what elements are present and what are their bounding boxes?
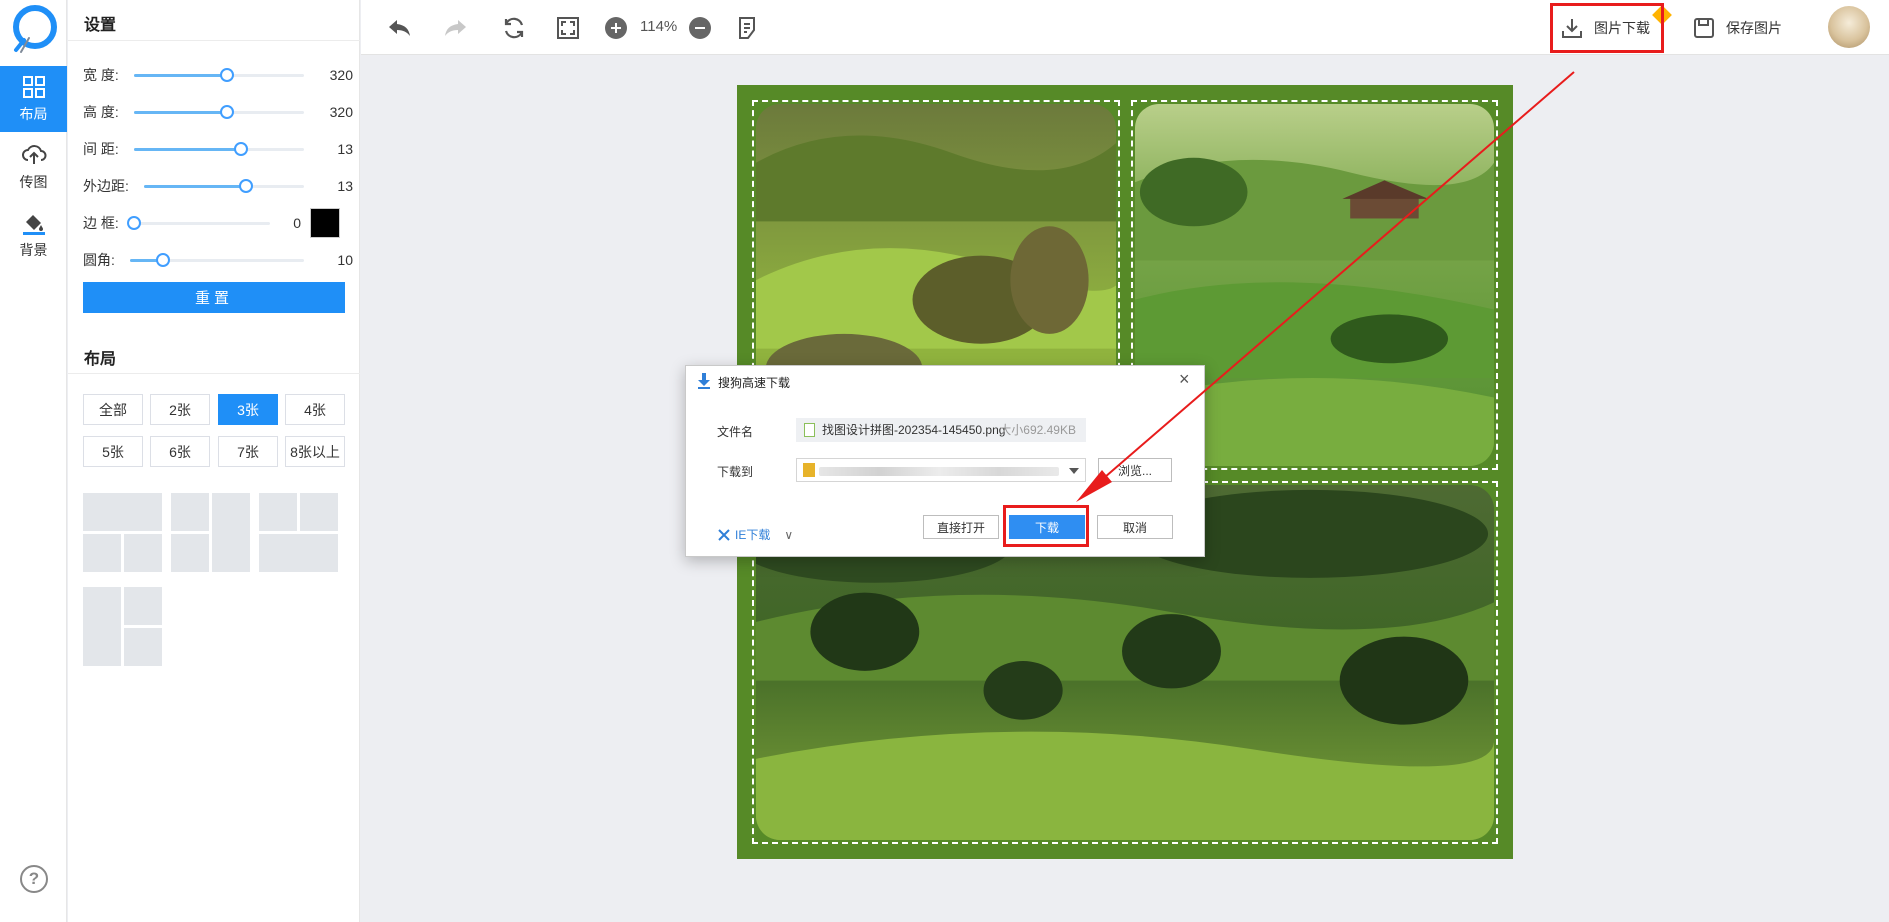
save-image-label: 保存图片 xyxy=(1726,20,1782,36)
layout-count-2[interactable]: 2张 xyxy=(150,394,210,425)
layout-count-5[interactable]: 5张 xyxy=(83,436,143,467)
slider-fill xyxy=(144,185,246,188)
slider-handle[interactable] xyxy=(127,216,141,230)
folder-icon xyxy=(803,463,815,477)
slider-handle[interactable] xyxy=(156,253,170,267)
layout-template-4[interactable] xyxy=(83,587,162,666)
slider-handle[interactable] xyxy=(239,179,253,193)
chevron-down-icon[interactable]: ∨ xyxy=(784,528,793,542)
filesize-value: 大小692.49KB xyxy=(999,423,1076,437)
radius-value: 10 xyxy=(337,252,353,268)
width-label: 宽 度: xyxy=(83,67,119,83)
height-value: 320 xyxy=(329,104,353,120)
filename-value: 找图设计拼图-202354-145450.png xyxy=(822,423,1006,437)
width-slider[interactable] xyxy=(134,68,304,82)
save-image-button[interactable]: 保存图片 xyxy=(1692,10,1782,46)
layout-template-2[interactable] xyxy=(171,493,250,572)
dialog-title: 搜狗高速下载 xyxy=(718,376,791,390)
margin-label: 外边距: xyxy=(83,178,129,194)
border-color-swatch[interactable] xyxy=(310,208,340,238)
gap-label: 间 距: xyxy=(83,141,119,157)
slider-fill xyxy=(134,148,241,151)
redo-icon[interactable] xyxy=(442,14,470,42)
filename-field[interactable]: 找图设计拼图-202354-145450.png 大小692.49KB xyxy=(796,418,1086,442)
divider xyxy=(68,40,360,41)
layout-count-7[interactable]: 7张 xyxy=(218,436,278,467)
margin-slider[interactable] xyxy=(144,179,304,193)
reset-button[interactable]: 重置 xyxy=(83,282,345,313)
slider-handle[interactable] xyxy=(220,105,234,119)
margin-slider-row: 外边距: 13 xyxy=(83,176,353,196)
annotation-highlight-download-button xyxy=(1003,505,1089,547)
refresh-icon[interactable] xyxy=(500,14,528,42)
rail-item-background[interactable]: 背景 xyxy=(0,202,67,268)
rail-item-label: 背景 xyxy=(19,242,48,258)
layout-template-1[interactable] xyxy=(83,493,162,572)
slider-handle[interactable] xyxy=(220,68,234,82)
icon-rail: 布局 传图 背景 ? xyxy=(0,0,67,922)
file-icon xyxy=(804,423,815,437)
gap-slider-row: 间 距: 13 xyxy=(83,139,353,159)
slider-fill xyxy=(134,74,227,77)
layout-template-3[interactable] xyxy=(259,493,338,572)
ie-download-link[interactable]: IE下载 ∨ xyxy=(717,526,793,543)
width-value: 320 xyxy=(329,67,353,83)
layout-count-8-plus[interactable]: 8张以上 xyxy=(285,436,345,467)
border-slider[interactable] xyxy=(127,216,270,230)
ie-download-label: IE下载 xyxy=(735,528,771,542)
zoom-out-icon[interactable] xyxy=(686,14,714,42)
rail-item-label: 布局 xyxy=(19,106,48,122)
border-label: 边 框: xyxy=(83,215,119,231)
browse-button[interactable]: 浏览... xyxy=(1098,458,1172,482)
zoom-in-icon[interactable] xyxy=(602,14,630,42)
layout-count-6[interactable]: 6张 xyxy=(150,436,210,467)
border-slider-row: 边 框: 0 xyxy=(83,213,301,233)
divider xyxy=(68,373,360,374)
rail-item-layout[interactable]: 布局 xyxy=(0,66,67,132)
margin-value: 13 xyxy=(337,178,353,194)
radius-slider-row: 圆角: 10 xyxy=(83,250,353,270)
annotation-highlight-download xyxy=(1550,3,1664,53)
cloud-upload-icon xyxy=(21,145,46,164)
help-icon[interactable]: ? xyxy=(20,865,48,893)
download-dialog: 搜狗高速下载 × 文件名 找图设计拼图-202354-145450.png 大小… xyxy=(685,365,1205,557)
slider-fill xyxy=(134,111,227,114)
rail-item-upload[interactable]: 传图 xyxy=(0,134,67,200)
gap-value: 13 xyxy=(337,141,353,157)
slider-handle[interactable] xyxy=(234,142,248,156)
open-directly-button[interactable]: 直接打开 xyxy=(923,515,999,539)
app-logo-icon[interactable] xyxy=(8,4,60,56)
layout-count-3[interactable]: 3张 xyxy=(218,394,278,425)
undo-icon[interactable] xyxy=(385,14,413,42)
gap-slider[interactable] xyxy=(134,142,304,156)
layout-title: 布局 xyxy=(84,351,117,368)
layout-count-4[interactable]: 4张 xyxy=(285,394,345,425)
save-to-label: 下载到 xyxy=(717,465,754,479)
save-path-select[interactable] xyxy=(796,458,1086,482)
save-path-value xyxy=(819,467,1059,476)
ie-icon xyxy=(718,528,730,541)
dialog-close-icon[interactable]: × xyxy=(1179,370,1190,388)
paint-bucket-icon xyxy=(22,215,45,235)
height-slider-row: 高 度: 320 xyxy=(83,102,353,122)
download-arrow-icon xyxy=(698,373,710,389)
height-label: 高 度: xyxy=(83,104,119,120)
border-value: 0 xyxy=(293,215,301,231)
fit-screen-icon[interactable] xyxy=(554,14,582,42)
radius-label: 圆角: xyxy=(83,252,115,268)
save-icon xyxy=(1694,18,1714,38)
zoom-level: 114% xyxy=(640,18,678,35)
height-slider[interactable] xyxy=(134,105,304,119)
user-avatar[interactable] xyxy=(1828,6,1870,48)
chevron-down-icon[interactable] xyxy=(1069,468,1079,474)
rail-item-label: 传图 xyxy=(19,174,48,190)
filename-label: 文件名 xyxy=(717,425,754,439)
width-slider-row: 宽 度: 320 xyxy=(83,65,353,85)
layout-grid-icon xyxy=(22,76,45,98)
radius-slider[interactable] xyxy=(130,253,304,267)
notes-icon[interactable] xyxy=(734,14,762,42)
settings-title: 设置 xyxy=(84,17,117,34)
cancel-button[interactable]: 取消 xyxy=(1097,515,1173,539)
layout-count-all[interactable]: 全部 xyxy=(83,394,143,425)
